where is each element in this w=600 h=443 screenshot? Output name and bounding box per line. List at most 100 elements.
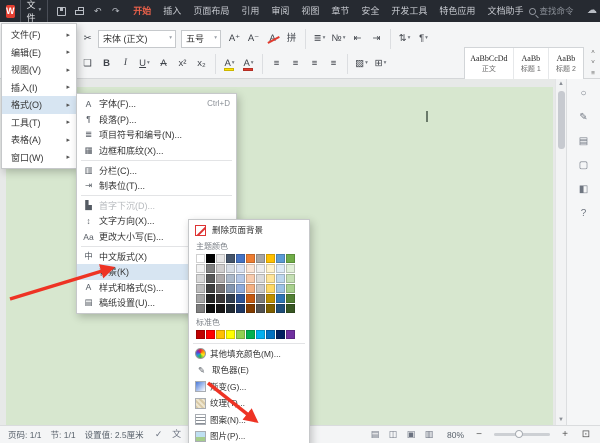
color-swatch[interactable] [216, 264, 225, 273]
color-swatch[interactable] [266, 254, 275, 263]
bullets-icon[interactable]: ≣▾ [311, 30, 328, 48]
reading-view-icon[interactable]: ◫ [387, 428, 399, 442]
profile-icon[interactable]: ○ [575, 87, 592, 100]
color-swatch[interactable] [266, 330, 275, 339]
color-swatch[interactable] [246, 294, 255, 303]
color-swatch[interactable] [286, 284, 295, 293]
command-search[interactable]: 查找命令 [529, 5, 573, 17]
underline-button[interactable]: U▾ [136, 55, 153, 73]
page-view-icon[interactable]: ▣ [405, 428, 417, 442]
format-menu-item-paragraph[interactable]: ¶段落(P)... [77, 112, 236, 128]
bold-button[interactable]: B [98, 55, 115, 73]
color-swatch[interactable] [286, 274, 295, 283]
borders-button[interactable]: ⊞▾ [372, 55, 389, 73]
color-swatch[interactable] [276, 304, 285, 313]
color-swatch[interactable] [276, 330, 285, 339]
color-swatch[interactable] [216, 274, 225, 283]
tab-view[interactable]: 视图 [295, 0, 325, 22]
color-swatch[interactable] [256, 304, 265, 313]
color-swatch[interactable] [226, 304, 235, 313]
color-swatch[interactable] [246, 254, 255, 263]
color-swatch[interactable] [246, 330, 255, 339]
color-swatch[interactable] [286, 254, 295, 263]
subscript-button[interactable]: x₂ [193, 55, 210, 73]
font-size-select[interactable]: 五号 ▾ [181, 30, 221, 48]
color-swatch[interactable] [286, 330, 295, 339]
align-left-button[interactable]: ≡ [268, 55, 285, 73]
color-swatch[interactable] [256, 294, 265, 303]
zoom-slider-thumb[interactable] [515, 430, 523, 438]
color-swatch[interactable] [236, 304, 245, 313]
color-swatch[interactable] [276, 264, 285, 273]
color-swatch[interactable] [226, 284, 235, 293]
color-swatch[interactable] [196, 284, 205, 293]
format-menu-item-font[interactable]: A字体(F)...Ctrl+D [77, 96, 236, 112]
background-menu-item-eyedropper[interactable]: ✎取色器(E) [189, 362, 309, 379]
save-icon[interactable] [56, 5, 67, 17]
color-swatch[interactable] [266, 274, 275, 283]
style-card-body-text[interactable]: AaBbCcDd 正文 [465, 48, 514, 79]
background-menu-item-pattern[interactable]: 图案(N)... [189, 412, 309, 429]
color-swatch[interactable] [206, 264, 215, 273]
zoom-level[interactable]: 80% [444, 430, 464, 440]
numbering-icon[interactable]: №▾ [330, 30, 347, 48]
color-swatch[interactable] [226, 294, 235, 303]
format-menu-item-drop-cap[interactable]: ▙首字下沉(D)... [77, 198, 236, 214]
pinyin-guide-icon[interactable]: 拼 [283, 30, 300, 48]
tab-review[interactable]: 审阅 [265, 0, 295, 22]
file-menu-item-window[interactable]: 窗口(W)▸ [2, 149, 76, 167]
color-swatch[interactable] [266, 304, 275, 313]
color-swatch[interactable] [276, 284, 285, 293]
scroll-down-icon[interactable]: ▼ [558, 415, 564, 425]
align-center-button[interactable]: ≡ [287, 55, 304, 73]
help-icon[interactable]: ? [575, 207, 592, 220]
color-swatch[interactable] [276, 294, 285, 303]
color-swatch[interactable] [266, 284, 275, 293]
color-swatch[interactable] [236, 294, 245, 303]
background-menu-item-delete[interactable]: 删除页面背景 [189, 222, 309, 239]
file-menu-item-edit[interactable]: 编辑(E)▸ [2, 44, 76, 62]
font-name-select[interactable]: 宋体 (正文) ▾ [98, 30, 176, 48]
layout-pane-icon[interactable]: ▤ [575, 135, 592, 148]
increase-indent-icon[interactable]: ⇥ [368, 30, 385, 48]
color-swatch[interactable] [246, 284, 255, 293]
zoom-slider[interactable] [494, 433, 550, 436]
color-swatch[interactable] [236, 264, 245, 273]
shapes-pane-icon[interactable]: ▢ [575, 159, 592, 172]
color-swatch[interactable] [216, 254, 225, 263]
zoom-out-button[interactable]: − [473, 429, 485, 440]
web-view-icon[interactable]: ▥ [423, 428, 435, 442]
tab-references[interactable]: 引用 [235, 0, 265, 22]
scroll-up-icon[interactable]: ▲ [558, 79, 564, 89]
vertical-scrollbar[interactable]: ▲ ▼ [555, 79, 566, 425]
clear-format-icon[interactable]: A [264, 30, 281, 48]
fill-color-pane-icon[interactable]: ◧ [575, 183, 592, 196]
background-menu-item-more-fill-colors[interactable]: 其他填充颜色(M)... [189, 346, 309, 363]
tab-insert[interactable]: 插入 [157, 0, 187, 22]
cloud-sync-icon[interactable]: ☁ [583, 2, 600, 20]
line-spacing-icon[interactable]: ⇅▾ [396, 30, 413, 48]
color-swatch[interactable] [286, 304, 295, 313]
color-swatch[interactable] [206, 284, 215, 293]
copy-icon[interactable]: ❏ [79, 55, 96, 73]
tab-home[interactable]: 开始 [127, 0, 157, 22]
file-menu-item-tools[interactable]: 工具(T)▸ [2, 114, 76, 132]
strikethrough-button[interactable]: A [155, 55, 172, 73]
zoom-in-button[interactable]: + [559, 429, 571, 440]
format-menu-item-borders-shading[interactable]: ▦边框和底纹(X)... [77, 143, 236, 159]
color-swatch[interactable] [196, 294, 205, 303]
highlight-color-button[interactable]: A▾ [221, 55, 238, 73]
color-swatch[interactable] [196, 274, 205, 283]
color-swatch[interactable] [226, 274, 235, 283]
decrease-font-size-icon[interactable]: A⁻ [245, 30, 262, 48]
color-swatch[interactable] [206, 254, 215, 263]
document-proof-icon[interactable]: 文 [171, 428, 183, 442]
tab-security[interactable]: 安全 [355, 0, 385, 22]
color-swatch[interactable] [256, 264, 265, 273]
tab-doc-assistant[interactable]: 文档助手 [481, 0, 529, 22]
color-swatch[interactable] [266, 294, 275, 303]
redo-icon[interactable]: ↷ [110, 5, 121, 17]
color-swatch[interactable] [206, 330, 215, 339]
spell-check-icon[interactable]: ✓ [153, 428, 165, 442]
color-swatch[interactable] [286, 264, 295, 273]
